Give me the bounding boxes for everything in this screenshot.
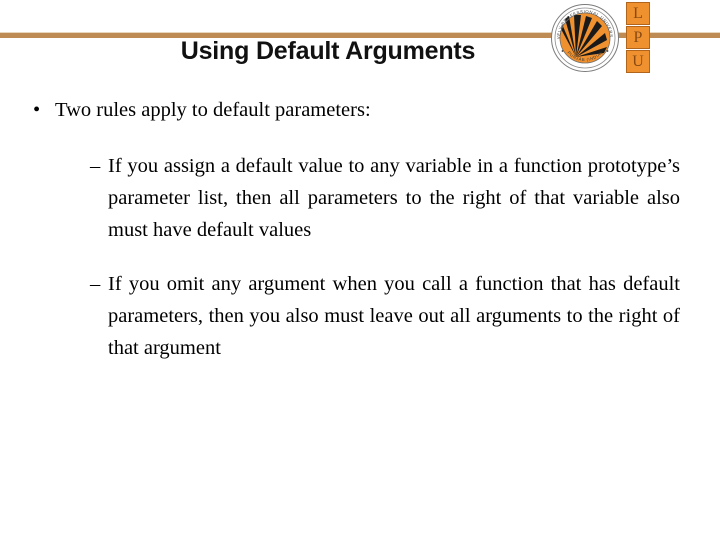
bullet-level2-rule2: – If you omit any argument when you call… bbox=[90, 268, 680, 364]
bullet-marker-dash: – bbox=[90, 273, 101, 295]
bullet-level2-rule2-text: If you omit any argument when you call a… bbox=[108, 273, 680, 359]
bullet-level2-rule1-text: If you assign a default value to any var… bbox=[108, 155, 680, 241]
slide-body: • Two rules apply to default parameters:… bbox=[0, 96, 720, 364]
lpu-logo: LOVELY PROFESSIONAL UNIVERSITY PUNJAB (I… bbox=[550, 1, 672, 77]
slide: Using Default Arguments VELY PROFESSIONA… bbox=[0, 0, 720, 540]
logo-divider-stub bbox=[654, 32, 672, 38]
lpu-letter-stack: L P U bbox=[626, 2, 652, 74]
logo-letter-l: L bbox=[626, 2, 650, 25]
sub-bullet-group: – If you assign a default value to any v… bbox=[0, 150, 720, 364]
bullet-level1: • Two rules apply to default parameters: bbox=[0, 96, 720, 124]
university-seal-icon: LOVELY PROFESSIONAL UNIVERSITY PUNJAB (I… bbox=[550, 3, 619, 72]
bullet-marker-dash: – bbox=[90, 155, 101, 177]
bullet-level2-rule1: – If you assign a default value to any v… bbox=[90, 150, 680, 246]
slide-header: Using Default Arguments VELY PROFESSIONA… bbox=[0, 0, 720, 82]
logo-letter-u: U bbox=[626, 50, 650, 73]
logo-letter-p: P bbox=[626, 26, 650, 49]
bullet-marker-dot: • bbox=[33, 99, 41, 121]
bullet-level1-text: Two rules apply to default parameters: bbox=[55, 99, 371, 121]
